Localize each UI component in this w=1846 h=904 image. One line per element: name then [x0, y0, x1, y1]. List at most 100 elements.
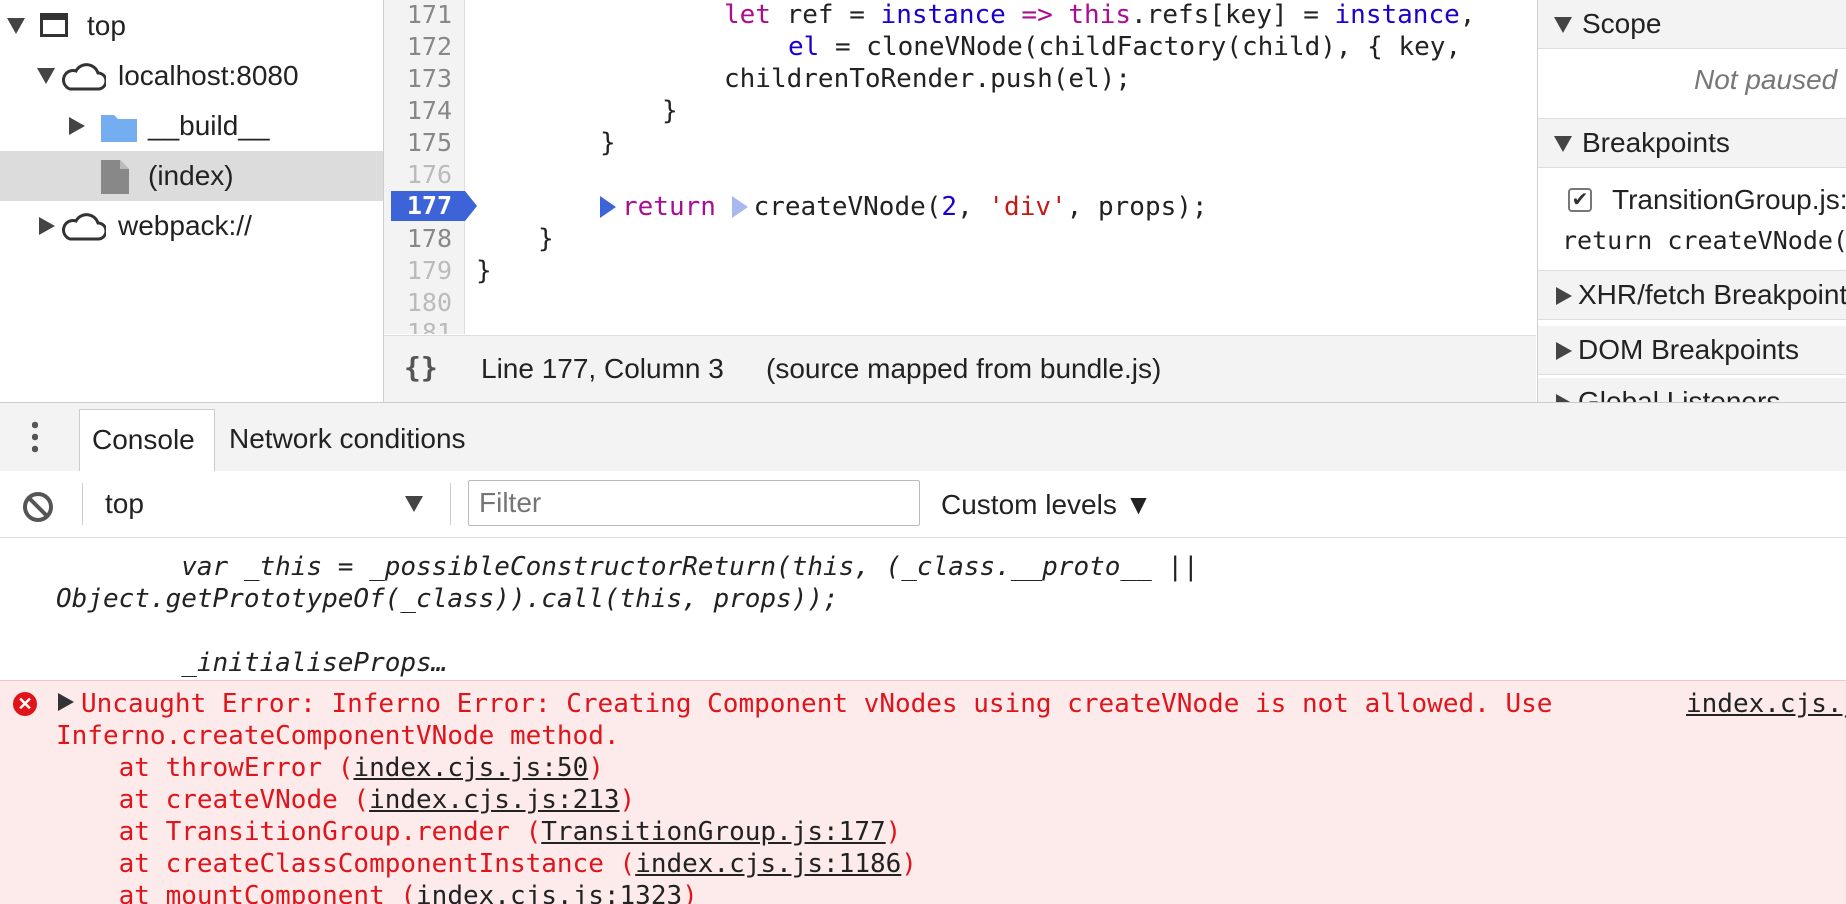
line-number[interactable]: 171 [384, 0, 452, 32]
breakpoint-checkbox[interactable]: ✔ [1568, 188, 1592, 212]
cloud-icon [62, 213, 106, 241]
pretty-print-button[interactable]: {} [404, 351, 438, 384]
console-output: var _this = _possibleConstructorReturn(t… [0, 538, 1846, 904]
expand-arrow-icon[interactable] [1556, 342, 1572, 360]
tree-item-top[interactable]: top [0, 1, 383, 51]
code-line-177: return createVNode(2, 'div', props); [600, 192, 1208, 224]
tree-item-index[interactable]: (index) [0, 151, 383, 201]
expand-arrow-icon[interactable] [39, 217, 55, 235]
console-toolbar: top Custom levels ▼ [0, 471, 1846, 538]
clear-console-icon[interactable] [21, 490, 55, 524]
stack-frame-link[interactable]: index.cjs.js:213 [369, 785, 619, 815]
expand-arrow-icon[interactable] [7, 18, 25, 34]
error-source-link[interactable]: index.cjs.js:50 [1686, 689, 1846, 719]
code-line-179: } [476, 256, 492, 286]
tab-network-conditions[interactable]: Network conditions [229, 423, 466, 455]
section-title: Scope [1582, 8, 1662, 39]
global-listeners-header[interactable]: Global Listeners [1538, 378, 1846, 402]
tab-label: Network conditions [229, 423, 466, 454]
breakpoint-file: TransitionGroup.js:177 [1612, 184, 1846, 215]
collapse-arrow-icon[interactable] [1554, 17, 1572, 33]
tree-item-label: (index) [148, 160, 234, 191]
section-title: XHR/fetch Breakpoints [1578, 279, 1846, 310]
tree-item-localhost[interactable]: localhost:8080 [0, 51, 383, 101]
tree-item-label: top [87, 10, 126, 41]
line-number[interactable]: 173 [384, 64, 452, 96]
dom-breakpoints-header[interactable]: DOM Breakpoints [1538, 326, 1846, 375]
stack-frame: at mountComponent (index.cjs.js:1323) [56, 881, 698, 904]
console-error-message: ✕ Uncaught Error: Inferno Error: Creatin… [0, 680, 1846, 904]
line-number[interactable]: 179 [384, 256, 452, 288]
code-line-174: } [662, 96, 678, 126]
stack-frame: at createClassComponentInstance (index.c… [56, 849, 917, 879]
line-number[interactable]: 175 [384, 128, 452, 160]
tree-item-webpack[interactable]: webpack:// [0, 201, 383, 251]
stack-frame-link[interactable]: index.cjs.js:50 [353, 753, 588, 783]
section-title: Breakpoints [1582, 127, 1730, 158]
context-value: top [105, 488, 144, 519]
collapse-arrow-icon[interactable] [1554, 136, 1572, 152]
source-editor[interactable]: 171 172 173 174 175 176 177 178 179 180 … [384, 0, 1536, 334]
folder-icon [101, 115, 137, 142]
section-title: Global Listeners [1578, 386, 1781, 402]
tab-console[interactable]: Console [79, 409, 215, 471]
tab-label: Console [92, 424, 195, 455]
line-number[interactable]: 174 [384, 96, 452, 128]
filter-input[interactable] [468, 480, 920, 526]
breakpoints-section-header[interactable]: Breakpoints [1538, 118, 1846, 168]
tree-item-label: __build__ [148, 110, 270, 141]
error-message: Uncaught Error: Inferno Error: Creating … [81, 689, 1553, 719]
breakpoint-item[interactable]: ✔ TransitionGroup.js:177 return createVN… [1538, 168, 1846, 268]
stack-frame: at createVNode (index.cjs.js:213) [56, 785, 636, 815]
line-number[interactable]: 172 [384, 32, 452, 64]
editor-status-bar: {} Line 177, Column 3 (source mapped fro… [384, 335, 1536, 403]
inline-breakpoint-icon[interactable] [731, 196, 748, 218]
console-message-line: Object.getPrototypeOf(_class)).call(this… [56, 584, 839, 614]
file-navigator: top localhost:8080 __build__ (index) web… [0, 0, 384, 402]
tree-item-label: localhost:8080 [118, 60, 299, 91]
code-line-175: } [600, 128, 616, 158]
line-number[interactable]: 180 [384, 288, 452, 320]
tree-item-label: webpack:// [118, 210, 252, 241]
divider [450, 483, 451, 525]
cursor-position: Line 177, Column 3 [481, 353, 724, 384]
stack-frame-link[interactable]: TransitionGroup.js:177 [541, 817, 885, 847]
code-area[interactable]: let ref = instance => this.refs[key] = i… [476, 0, 1536, 334]
section-title: DOM Breakpoints [1578, 334, 1799, 365]
expand-arrow-icon[interactable] [37, 68, 55, 84]
tree-item-build-folder[interactable]: __build__ [0, 101, 383, 151]
xhr-breakpoints-header[interactable]: XHR/fetch Breakpoints [1538, 270, 1846, 320]
log-levels-dropdown[interactable]: Custom levels ▼ [941, 489, 1152, 521]
stack-frame-link[interactable]: index.cjs.js:1323 [416, 881, 682, 904]
error-message: Inferno.createComponentVNode method. [56, 721, 620, 751]
expand-arrow-icon[interactable] [69, 117, 85, 135]
cloud-icon [62, 63, 106, 91]
stack-frame: at throwError (index.cjs.js:50) [56, 753, 604, 783]
file-icon [101, 160, 129, 194]
more-options-icon[interactable] [32, 419, 38, 455]
not-paused-message: Not paused [1694, 64, 1838, 95]
code-line-178: } [538, 224, 554, 254]
line-number[interactable]: 176 [384, 160, 452, 192]
line-number-gutter[interactable]: 171 172 173 174 175 176 177 178 179 180 … [384, 0, 477, 334]
inline-breakpoint-icon[interactable] [600, 196, 616, 218]
current-line-number[interactable]: 177 [384, 191, 452, 223]
drawer-tab-bar: Console Network conditions [0, 402, 1846, 472]
source-map-info[interactable]: (source mapped from bundle.js) [766, 353, 1161, 385]
expand-arrow-icon[interactable] [1556, 287, 1572, 305]
dropdown-arrow-icon [405, 496, 423, 512]
stack-frame-link[interactable]: index.cjs.js:1186 [635, 849, 901, 879]
expand-error-icon[interactable] [58, 693, 74, 711]
code-line-171: let ref = instance => this.refs[key] = i… [724, 0, 1476, 30]
console-message-line[interactable]: _initialiseProps… [56, 648, 447, 678]
stack-frame: at TransitionGroup.render (TransitionGro… [56, 817, 902, 847]
code-line-173: childrenToRender.push(el); [724, 64, 1131, 94]
line-number[interactable]: 178 [384, 224, 452, 256]
context-selector[interactable]: top [105, 481, 430, 525]
scope-section-header[interactable]: Scope [1538, 0, 1846, 49]
line-number[interactable]: 181 [384, 318, 452, 334]
breakpoint-code: return createVNode(2, 'div', props); [1562, 226, 1846, 255]
debugger-sidebar: Scope Not paused Breakpoints ✔ Transitio… [1537, 0, 1846, 402]
frame-icon [40, 13, 68, 37]
expand-arrow-icon[interactable] [1556, 394, 1572, 402]
